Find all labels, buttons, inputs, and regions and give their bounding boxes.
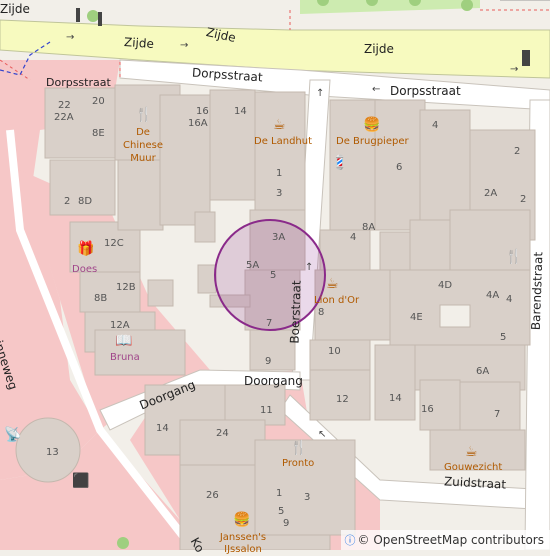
street-label-dorpsstraat-1: Dorpsstraat [46,76,111,89]
street-label-barendstraat: Barendstraat [528,251,546,331]
knife-fork-icon[interactable]: 🍴 [505,250,522,264]
house-number: 24 [216,428,229,439]
cup-icon[interactable]: ☕ [326,277,339,291]
svg-text:↑: ↑ [305,262,313,273]
house-number: 4D [438,280,453,291]
map-view[interactable]: → → ← ↑ ↑ ↖ → Zijde Zijde Zijde Zijde Do… [0,0,550,555]
svg-text:←: ← [372,84,380,95]
house-number: 22 [58,100,71,111]
poi-bruna[interactable]: Bruna [110,352,140,363]
house-number: 22A [54,112,74,123]
house-number: 11 [260,405,273,416]
house-number: 5 [500,332,507,343]
house-number: 14 [389,393,402,404]
house-number: 16 [421,404,434,415]
house-number: 8D [78,196,93,207]
house-number: 9 [283,518,290,529]
poi-landhuis[interactable]: De Landhut [254,136,312,147]
house-number: 12A [110,320,130,331]
svg-text:→: → [510,64,518,75]
house-number: 8B [94,293,108,304]
house-number: 26 [206,490,219,501]
house-number: 3A [272,232,286,243]
knife-fork-icon[interactable]: 🍴 [135,108,152,122]
poi-gouwezicht[interactable]: Gouwezicht [444,462,502,473]
house-number: 12B [116,282,136,293]
house-number: 7 [494,409,501,420]
house-number: 2 [520,194,527,205]
poi-brugpieper[interactable]: De Brugpieper [336,136,409,147]
house-number: 4A [486,290,500,301]
attribution[interactable]: ⓘ © OpenStreetMap contributors [340,530,550,550]
door-icon: ⬛ [72,473,90,489]
info-icon: ⓘ [344,534,356,547]
house-number: 4 [432,120,439,131]
house-number: 16 [196,106,209,117]
svg-text:↑: ↑ [316,88,324,99]
house-number: 4E [410,312,423,323]
house-number: 6 [396,162,403,173]
svg-text:↖: ↖ [318,429,326,440]
house-number: 6A [476,366,490,377]
house-number: 7 [266,318,273,329]
street-label-doorgang-2: Doorgang [244,374,303,388]
house-number: 1 [276,488,283,499]
street-label-zijde-top: Zijde [0,2,30,16]
house-number: 3 [276,188,283,199]
house-number: 9 [265,356,272,367]
house-number: 4 [350,232,357,243]
poi-janssens[interactable]: Janssen's IJssalon [218,532,268,556]
house-number: 2 [64,196,71,207]
house-number: 14 [156,423,169,434]
street-label-zijde-1: Zijde [123,34,155,52]
cup-icon[interactable]: ☕ [273,118,286,132]
house-number: 2A [484,188,498,199]
house-number: 5A [246,260,260,271]
cup-icon[interactable]: ☕ [465,445,478,459]
gift-icon[interactable]: 🎁 [77,242,94,256]
house-number: 10 [328,346,341,357]
house-number: 1 [276,168,283,179]
knife-fork-icon[interactable]: 🍴 [290,441,307,455]
poi-lion-dor[interactable]: Lion d'Or [314,295,359,306]
house-number: 14 [234,106,247,117]
svg-text:→: → [66,32,74,43]
poi-pronto[interactable]: Pronto [282,458,314,469]
street-label-zijde-3: Zijde [364,42,394,56]
house-number: 12C [104,238,124,249]
book-icon[interactable]: 📖 [115,334,132,348]
burger-icon[interactable]: 🍔 [233,513,250,527]
house-number: 8E [92,128,105,139]
house-number: 8 [318,307,325,318]
svg-text:→: → [180,40,188,51]
poi-does[interactable]: Does [72,264,97,275]
house-number: 12 [336,394,349,405]
house-number: 3 [304,492,311,503]
street-label-boerstraat: Boerstraat [287,280,304,344]
house-number: 4 [506,294,513,305]
burger-icon[interactable]: 🍔 [363,118,380,132]
house-number: 16A [188,118,208,129]
house-number: 2 [514,146,521,157]
attribution-text: © OpenStreetMap contributors [357,533,544,547]
house-number: 8A [362,222,376,233]
house-number: 5 [270,270,277,281]
house-number: 20 [92,96,105,107]
house-number: 13 [46,447,59,458]
poi-chinese-muur[interactable]: De Chinese Muur [116,126,170,165]
comb-icon[interactable]: 💈 [331,156,348,170]
antenna-icon: 📡 [4,427,22,443]
street-label-dorpsstraat-3: Dorpsstraat [390,84,461,98]
house-number: 5 [278,506,285,517]
